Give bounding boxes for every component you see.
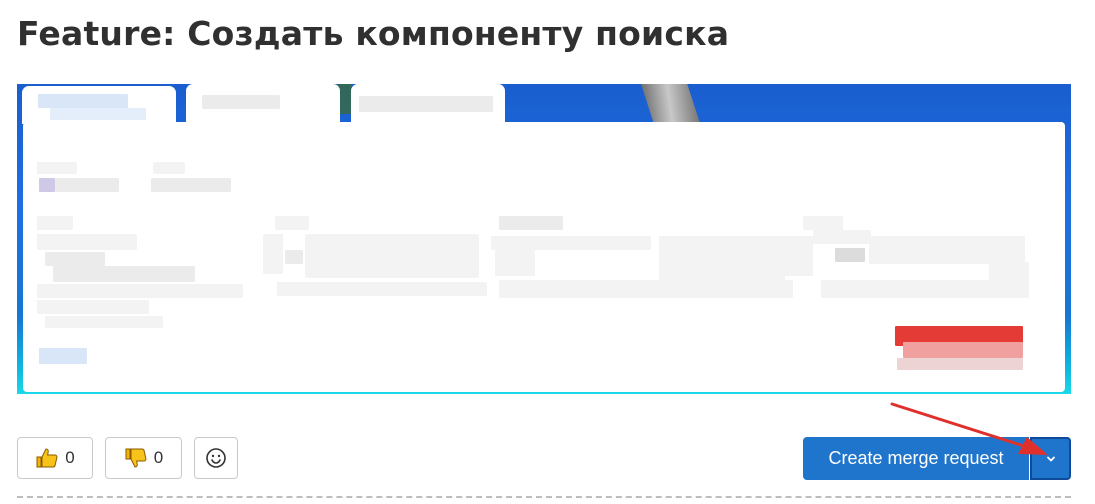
create-merge-request-button[interactable]: Create merge request	[803, 437, 1029, 480]
chevron-down-icon	[1045, 455, 1057, 463]
add-reaction-button[interactable]	[194, 437, 238, 479]
issue-title: Feature: Создать компоненту поиска	[17, 14, 730, 53]
thumbs-down-count: 0	[153, 448, 164, 467]
screenshot-tab	[186, 84, 340, 124]
thumbs-up-count: 0	[65, 448, 75, 467]
thumbs-up-icon	[35, 446, 59, 470]
attached-screenshot[interactable]	[17, 84, 1071, 394]
section-divider	[17, 496, 1071, 498]
thumbs-up-button[interactable]: 0	[17, 437, 93, 479]
screenshot-card	[23, 122, 1065, 392]
smiley-icon	[205, 447, 227, 469]
merge-request-options-toggle[interactable]	[1030, 437, 1071, 480]
thumbs-down-button[interactable]: 0	[105, 437, 182, 479]
thumbs-down-icon	[124, 446, 148, 470]
screenshot-tab	[351, 84, 505, 124]
screenshot-tab	[22, 86, 176, 124]
